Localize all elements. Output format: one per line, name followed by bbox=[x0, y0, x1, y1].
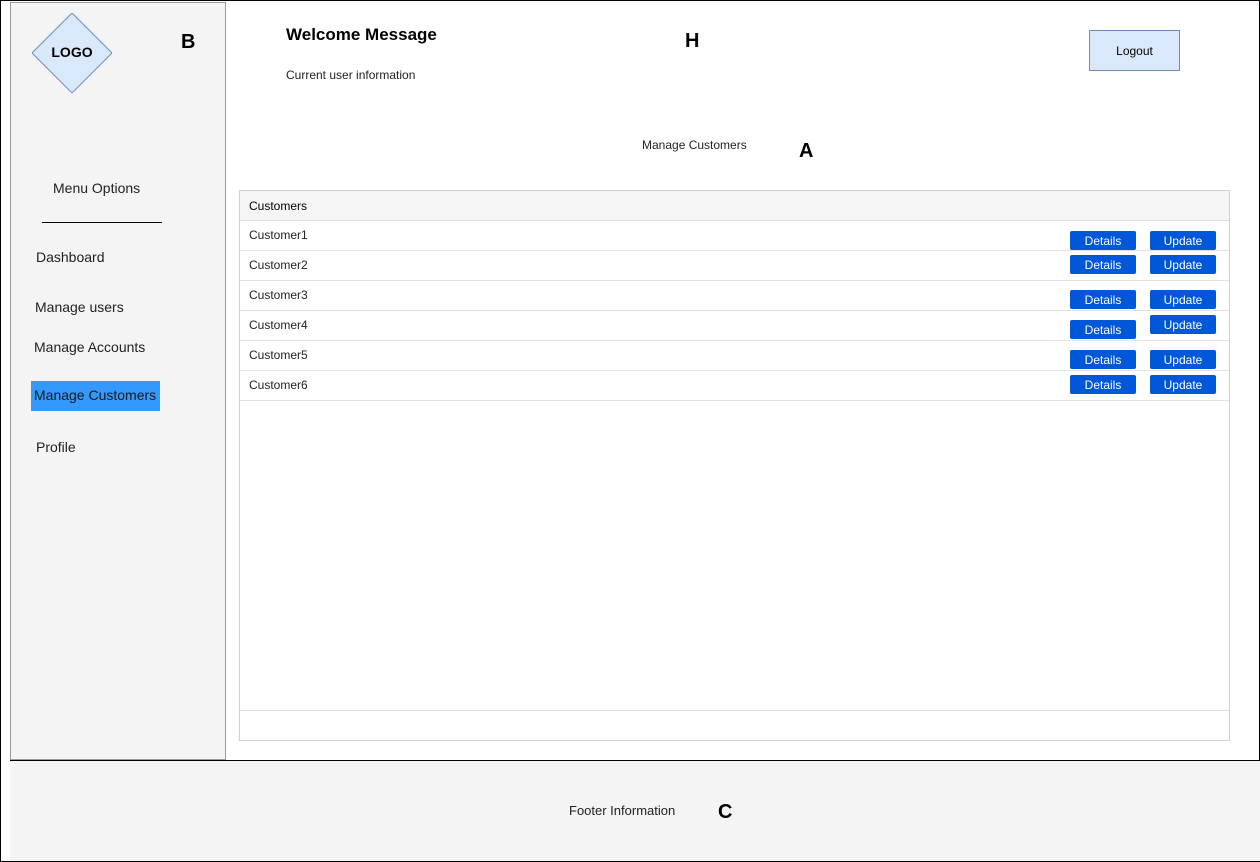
customer-name: Customer2 bbox=[249, 258, 308, 272]
menu-title: Menu Options bbox=[53, 180, 141, 196]
table-header: Customers bbox=[240, 191, 1229, 221]
update-button[interactable]: Update bbox=[1150, 315, 1216, 334]
details-button[interactable]: Details bbox=[1070, 255, 1136, 274]
details-button[interactable]: Details bbox=[1070, 320, 1136, 339]
footer-region-label: C bbox=[718, 801, 733, 823]
footer: Footer Information C bbox=[10, 760, 1260, 861]
table-row: Customer5 Details Update bbox=[240, 341, 1229, 371]
customer-name: Customer1 bbox=[249, 228, 308, 242]
logout-button[interactable]: Logout bbox=[1089, 30, 1180, 71]
menu-divider bbox=[42, 222, 162, 223]
customer-name: Customer6 bbox=[249, 378, 308, 392]
customer-name: Customer4 bbox=[249, 318, 308, 332]
update-button[interactable]: Update bbox=[1150, 375, 1216, 394]
details-button[interactable]: Details bbox=[1070, 350, 1136, 369]
table-row: Customer3 Details Update bbox=[240, 281, 1229, 311]
details-button[interactable]: Details bbox=[1070, 290, 1136, 309]
update-button[interactable]: Update bbox=[1150, 231, 1216, 250]
sidebar-item-manage-users[interactable]: Manage users bbox=[32, 295, 127, 319]
welcome-message: Welcome Message bbox=[286, 25, 437, 44]
table-row: Customer1 Details Update bbox=[240, 221, 1229, 251]
sidebar-item-manage-accounts[interactable]: Manage Accounts bbox=[31, 335, 148, 359]
update-button[interactable]: Update bbox=[1150, 350, 1216, 369]
customers-table: Customers Customer1 Details Update Custo… bbox=[239, 190, 1230, 741]
page-title: Manage Customers bbox=[642, 138, 747, 152]
main-region-label: A bbox=[799, 140, 814, 162]
footer-text: Footer Information bbox=[569, 803, 676, 818]
customer-name: Customer5 bbox=[249, 348, 308, 362]
current-user-info: Current user information bbox=[286, 68, 416, 82]
customer-name: Customer3 bbox=[249, 288, 308, 302]
table-row: Customer4 Details Update bbox=[240, 311, 1229, 341]
sidebar-item-profile[interactable]: Profile bbox=[33, 435, 79, 459]
details-button[interactable]: Details bbox=[1070, 231, 1136, 250]
details-button[interactable]: Details bbox=[1070, 375, 1136, 394]
table-row: Customer6 Details Update bbox=[240, 371, 1229, 401]
sidebar-item-dashboard[interactable]: Dashboard bbox=[33, 245, 108, 269]
update-button[interactable]: Update bbox=[1150, 290, 1216, 309]
sidebar: LOGO B Menu Options Dashboard Manage use… bbox=[10, 2, 226, 760]
logo-text: LOGO bbox=[51, 44, 93, 60]
logo: LOGO bbox=[32, 13, 112, 93]
sidebar-item-manage-customers[interactable]: Manage Customers bbox=[31, 381, 160, 411]
sidebar-region-label: B bbox=[181, 31, 196, 53]
header-region-label: H bbox=[685, 30, 700, 52]
table-row: Customer2 Details Update bbox=[240, 251, 1229, 281]
update-button[interactable]: Update bbox=[1150, 255, 1216, 274]
table-footer bbox=[240, 710, 1229, 740]
